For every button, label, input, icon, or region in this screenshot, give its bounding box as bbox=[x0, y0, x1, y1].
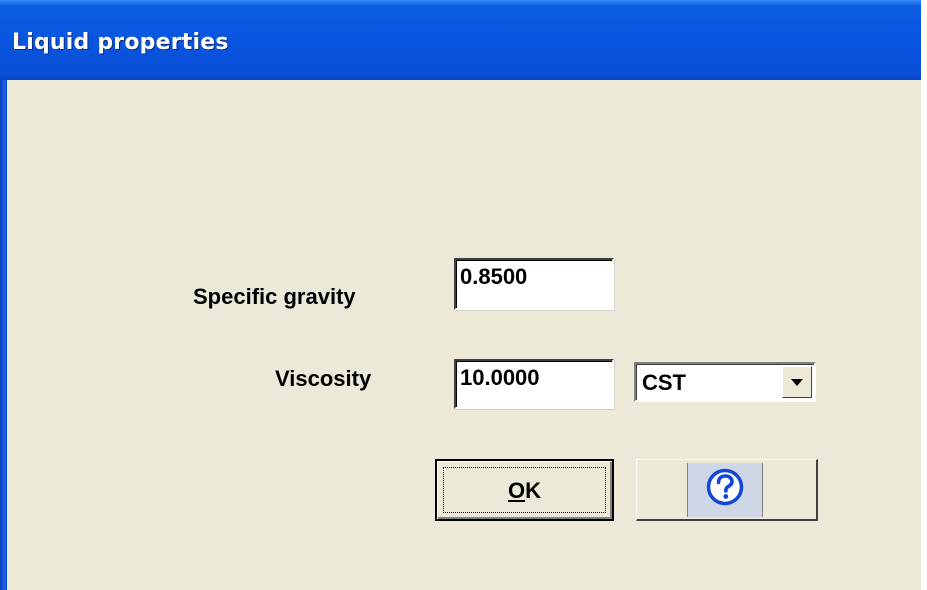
viscosity-unit-selected: CST bbox=[642, 370, 686, 395]
ok-button-label: OK bbox=[507, 478, 541, 503]
question-mark-circle-icon bbox=[706, 468, 744, 506]
help-icon-background bbox=[687, 463, 763, 517]
help-button[interactable] bbox=[636, 459, 818, 521]
ok-mnemonic: O bbox=[507, 478, 526, 503]
window-left-border bbox=[0, 80, 7, 590]
specific-gravity-label: Specific gravity bbox=[193, 284, 356, 309]
dropdown-arrow-button[interactable] bbox=[782, 366, 812, 398]
viscosity-input[interactable]: 10.0000 bbox=[454, 359, 614, 409]
specific-gravity-value: 0.8500 bbox=[460, 264, 528, 289]
title-bar[interactable]: Liquid properties bbox=[0, 0, 921, 80]
viscosity-label: Viscosity bbox=[275, 366, 372, 391]
viscosity-value: 10.0000 bbox=[460, 365, 540, 390]
viscosity-unit-select[interactable]: CST bbox=[634, 362, 816, 402]
liquid-properties-dialog: Liquid properties Specific gravity 0.850… bbox=[0, 0, 927, 590]
specific-gravity-input[interactable]: 0.8500 bbox=[454, 258, 614, 310]
window-right-edge bbox=[921, 0, 927, 590]
window-title: Liquid properties bbox=[12, 30, 229, 55]
ok-button[interactable]: OK bbox=[435, 459, 614, 521]
chevron-down-icon bbox=[791, 379, 803, 386]
